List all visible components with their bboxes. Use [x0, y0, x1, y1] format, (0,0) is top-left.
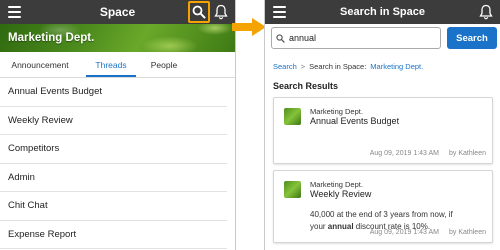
thread-item[interactable]: Weekly Review [0, 107, 227, 135]
result-space: Marketing Dept. [310, 180, 363, 189]
page-title: Search in Space [340, 6, 425, 18]
result-author: by Kathleen [449, 150, 486, 157]
search-result-card[interactable]: Marketing Dept. Annual Events Budget Aug… [273, 97, 493, 164]
search-icon [276, 33, 285, 43]
breadcrumb-space-link[interactable]: Marketing Dept. [370, 62, 423, 71]
bell-icon[interactable] [479, 4, 493, 20]
breadcrumb-separator: > [300, 62, 306, 71]
result-meta: Aug 09, 2019 1:43 AM by Kathleen [370, 150, 486, 157]
top-bar: Space [0, 0, 235, 24]
tab-people[interactable]: People [142, 52, 186, 77]
thread-item[interactable]: Admin [0, 164, 227, 192]
tab-announcement[interactable]: Announcement [0, 52, 80, 77]
thread-item[interactable]: Annual Events Budget [0, 78, 227, 107]
search-row: annual Search [265, 27, 500, 51]
top-bar: Search in Space [265, 0, 500, 24]
result-meta: Aug 09, 2019 1:43 AM by Kathleen [370, 229, 486, 236]
result-space: Marketing Dept. [310, 107, 363, 116]
result-title: Annual Events Budget [310, 116, 400, 126]
thumbnail-icon [284, 108, 301, 125]
breadcrumb: Search > Search in Space: Marketing Dept… [265, 62, 500, 71]
results-heading: Search Results [273, 81, 339, 91]
snippet-text: your [310, 222, 328, 231]
thread-list: Annual Events Budget Weekly Review Compe… [0, 78, 235, 249]
result-title: Weekly Review [310, 189, 372, 199]
thumbnail-icon [284, 181, 301, 198]
search-submit-button[interactable]: Search [447, 27, 497, 49]
snippet-line: 40,000 at the end of 3 years from now, i… [310, 210, 453, 219]
result-date: Aug 09, 2019 1:43 AM [369, 229, 440, 236]
tab-bar: Announcement Threads People [0, 52, 235, 78]
breadcrumb-prefix: Search in Space: [309, 62, 367, 71]
bell-icon[interactable] [214, 4, 228, 20]
thread-item[interactable]: Expense Report [0, 221, 227, 249]
snippet-highlight: annual [327, 222, 354, 231]
breadcrumb-search-link[interactable]: Search [273, 62, 297, 71]
tab-threads[interactable]: Threads [80, 52, 142, 77]
search-button[interactable] [188, 1, 210, 23]
space-name: Marketing Dept. [8, 32, 95, 44]
search-result-card[interactable]: Marketing Dept. Weekly Review 40,000 at … [273, 170, 493, 243]
search-input[interactable]: annual [271, 27, 441, 49]
search-query: annual [289, 33, 317, 43]
space-banner: Marketing Dept. [0, 24, 235, 52]
result-author: by Kathleen [449, 229, 486, 236]
thread-item[interactable]: Competitors [0, 135, 227, 164]
thread-item[interactable]: Chit Chat [0, 192, 227, 221]
result-date: Aug 09, 2019 1:43 AM [369, 150, 440, 157]
arrow-right-icon [232, 18, 266, 36]
search-icon [192, 5, 206, 19]
menu-icon[interactable] [8, 6, 21, 18]
menu-icon[interactable] [273, 6, 286, 18]
search-screen: Search in Space annual Search Search > S… [264, 0, 500, 250]
space-screen: Space Marketing Dept. Announcement Threa… [0, 0, 236, 250]
